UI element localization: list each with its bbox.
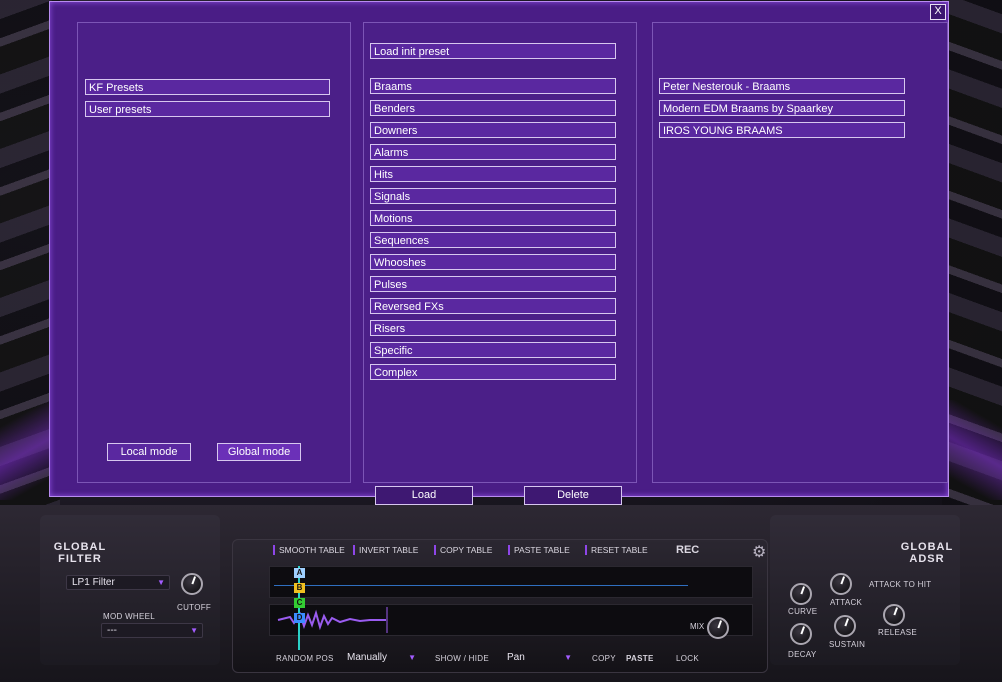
folder-item[interactable]: Downers <box>370 122 616 138</box>
folder-item[interactable]: Hits <box>370 166 616 182</box>
invert-table-button[interactable]: INVERT TABLE <box>352 545 418 555</box>
gear-icon[interactable]: ⚙ <box>752 542 766 562</box>
load-button[interactable]: Load <box>375 486 473 505</box>
layer-d-badge[interactable]: D <box>294 613 305 623</box>
local-mode-button[interactable]: Local mode <box>107 443 191 461</box>
category-kf-presets[interactable]: KF Presets <box>85 79 330 95</box>
smooth-table-button[interactable]: SMOOTH TABLE <box>273 545 345 555</box>
random-pos-label: RANDOM POS <box>276 654 334 663</box>
table-lane-top[interactable] <box>269 566 753 598</box>
attack-label: ATTACK <box>830 598 863 607</box>
release-knob[interactable] <box>883 604 905 626</box>
curve-knob[interactable] <box>790 583 812 605</box>
folder-item[interactable]: Braams <box>370 78 616 94</box>
release-label: RELEASE <box>878 628 918 637</box>
rec-button[interactable]: REC <box>676 544 699 556</box>
layer-a-badge[interactable]: A <box>294 568 305 578</box>
load-init-preset-item[interactable]: Load init preset <box>370 43 616 59</box>
curve-label: CURVE <box>788 607 818 616</box>
mix-label: MIX <box>690 622 705 631</box>
layer-c-badge[interactable]: C <box>294 598 305 608</box>
right-glow <box>942 400 1002 500</box>
waveform <box>277 607 388 633</box>
paste-table-button[interactable]: PASTE TABLE <box>508 545 570 555</box>
close-dialog-button[interactable]: X <box>930 4 946 20</box>
preset-item[interactable]: Modern EDM Braams by Spaarkey <box>659 100 905 116</box>
category-user-presets[interactable]: User presets <box>85 101 330 117</box>
copy-button[interactable]: COPY <box>592 654 616 663</box>
show-hide-button[interactable]: SHOW / HIDE <box>435 654 489 663</box>
folder-item[interactable]: Benders <box>370 100 616 116</box>
dropdown-arrow-icon: ▼ <box>157 578 165 587</box>
folder-item[interactable]: Sequences <box>370 232 616 248</box>
decay-label: DECAY <box>788 650 817 659</box>
category-column: KF Presets User presets Local mode Globa… <box>77 22 351 483</box>
attack-knob[interactable] <box>830 573 852 595</box>
folder-item[interactable]: Alarms <box>370 144 616 160</box>
table-line <box>274 585 688 586</box>
folder-item[interactable]: Pulses <box>370 276 616 292</box>
layer-b-badge[interactable]: B <box>294 583 305 593</box>
preset-item[interactable]: Peter Nesterouk - Braams <box>659 78 905 94</box>
folder-item[interactable]: Signals <box>370 188 616 204</box>
global-filter-title: GLOBAL FILTER <box>53 541 107 565</box>
folder-item[interactable]: Whooshes <box>370 254 616 270</box>
delete-button[interactable]: Delete <box>524 486 622 505</box>
dropdown-arrow-icon: ▼ <box>190 626 198 635</box>
preset-browser-dialog: KF Presets User presets Local mode Globa… <box>49 1 949 505</box>
mod-wheel-value: --- <box>107 625 117 636</box>
playhead-marker[interactable] <box>298 566 300 650</box>
table-lane-bottom[interactable] <box>269 604 753 636</box>
folder-item[interactable]: Motions <box>370 210 616 226</box>
global-mode-button[interactable]: Global mode <box>217 443 301 461</box>
folder-item[interactable]: Complex <box>370 364 616 380</box>
copy-table-button[interactable]: COPY TABLE <box>433 545 492 555</box>
decay-knob[interactable] <box>790 623 812 645</box>
sustain-knob[interactable] <box>834 615 856 637</box>
mod-wheel-dropdown[interactable]: --- ▼ <box>101 623 203 638</box>
global-adsr-title: GLOBAL ADSR <box>900 541 954 565</box>
folder-item[interactable]: Risers <box>370 320 616 336</box>
lock-button[interactable]: LOCK <box>676 654 699 663</box>
reset-table-button[interactable]: RESET TABLE <box>585 545 648 555</box>
preset-item[interactable]: IROS YOUNG BRAAMS <box>659 122 905 138</box>
mix-knob[interactable] <box>707 617 729 639</box>
pan-dropdown[interactable]: Pan ▼ <box>502 651 576 666</box>
mod-wheel-label: MOD WHEEL <box>103 612 156 621</box>
folder-column: Load init preset Braams Benders Downers Ala… <box>363 22 637 483</box>
attack-to-hit-button[interactable]: ATTACK TO HIT <box>869 580 931 589</box>
paste-button[interactable]: PASTE <box>626 654 654 663</box>
filter-type-dropdown[interactable]: LP1 Filter ▼ <box>66 575 170 590</box>
preset-column: Peter Nesterouk - Braams Modern EDM Braam… <box>652 22 948 483</box>
filter-type-value: LP1 Filter <box>72 577 115 588</box>
folder-item[interactable]: Reversed FXs <box>370 298 616 314</box>
cutoff-label: CUTOFF <box>177 603 212 612</box>
pan-value: Pan <box>507 652 525 663</box>
random-pos-value: Manually <box>347 652 388 663</box>
close-icon: X <box>934 5 942 17</box>
dropdown-arrow-icon: ▼ <box>408 653 416 662</box>
sustain-label: SUSTAIN <box>829 640 866 649</box>
folder-item[interactable]: Specific <box>370 342 616 358</box>
dropdown-arrow-icon: ▼ <box>564 653 572 662</box>
random-pos-dropdown[interactable]: Manually ▼ <box>342 651 420 666</box>
cutoff-knob[interactable] <box>181 573 203 595</box>
